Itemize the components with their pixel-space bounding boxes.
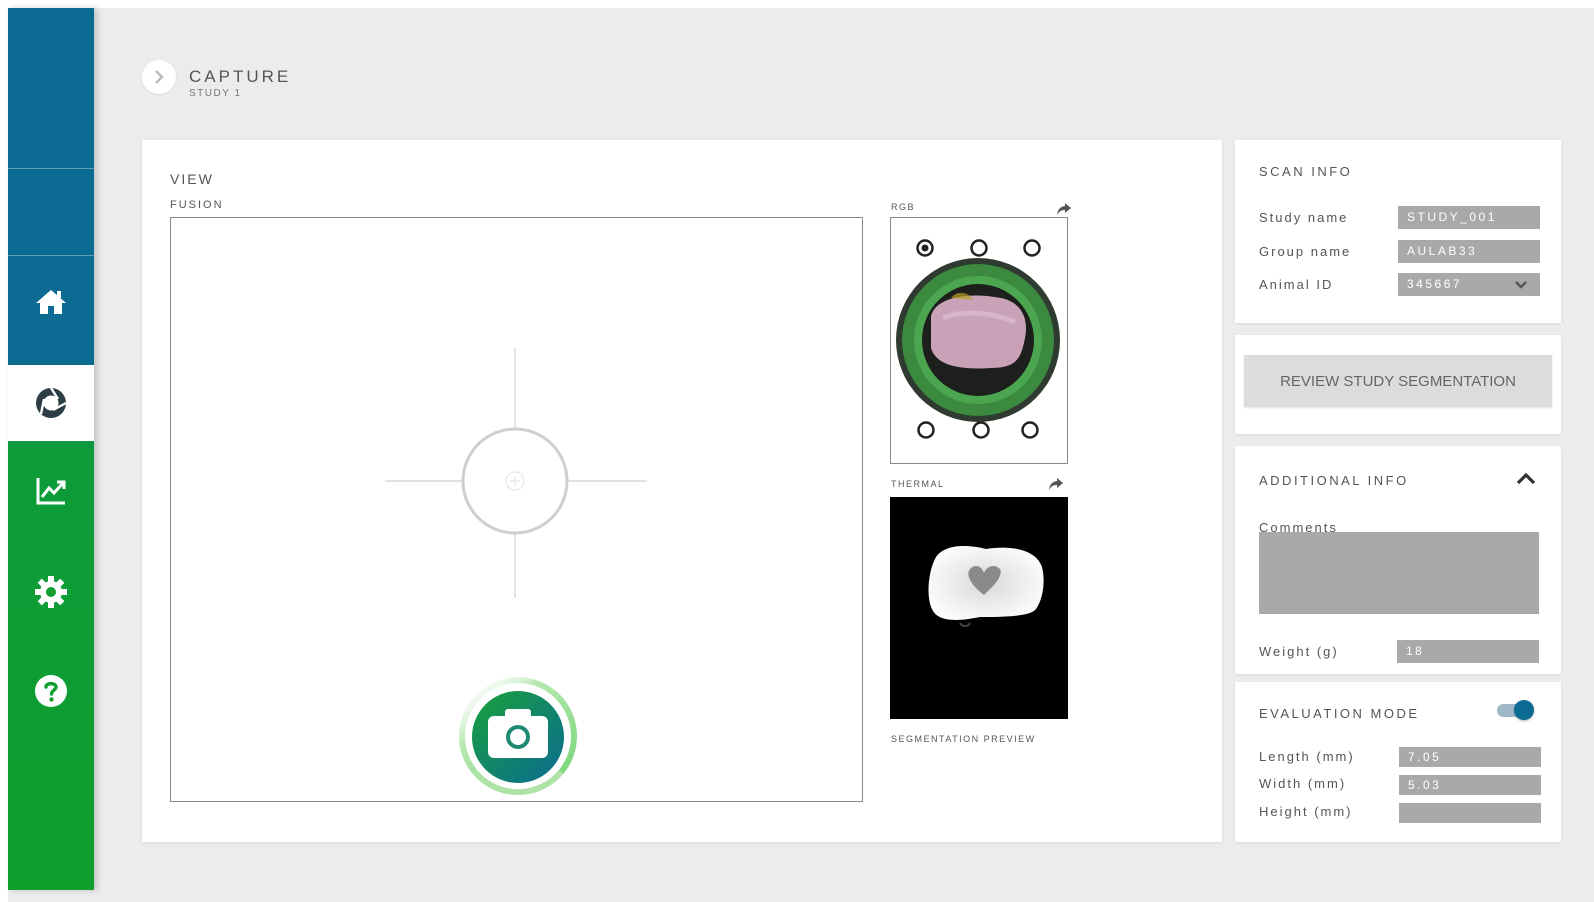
view-title: VIEW (170, 171, 214, 187)
rgb-camera-image (896, 239, 1060, 439)
study-name-field[interactable]: STUDY_001 (1398, 206, 1540, 229)
sidebar-divider (8, 255, 94, 256)
share-thermal-icon[interactable] (1048, 477, 1064, 491)
crosshair-reticle-icon (385, 348, 647, 598)
sidebar-item-home[interactable] (8, 264, 94, 340)
animal-id-label: Animal ID (1259, 277, 1334, 292)
capture-aperture-icon (36, 387, 67, 418)
evaluation-mode-panel: EVALUATION MODE Length (mm) 7.05 Width (… (1235, 682, 1561, 842)
thermal-preview[interactable] (890, 497, 1068, 719)
sidebar-divider (8, 168, 94, 169)
rgb-label: RGB (891, 202, 916, 212)
chevron-up-icon[interactable] (1515, 470, 1537, 486)
comments-textarea[interactable] (1259, 532, 1539, 614)
sidebar-item-capture[interactable] (8, 365, 94, 441)
view-panel: VIEW FUSION RGB THERMAL SEGMENTATION PRE… (142, 140, 1222, 842)
review-study-segmentation-button[interactable]: REVIEW STUDY SEGMENTATION (1244, 355, 1552, 407)
review-panel: REVIEW STUDY SEGMENTATION (1235, 335, 1561, 434)
length-label: Length (mm) (1259, 749, 1355, 764)
home-icon (36, 290, 66, 314)
evaluation-mode-title: EVALUATION MODE (1259, 706, 1420, 721)
sidebar-item-help[interactable] (8, 653, 94, 729)
weight-field[interactable]: 18 (1397, 640, 1539, 663)
camera-icon (488, 709, 548, 758)
help-icon (35, 675, 67, 707)
width-field[interactable]: 5.03 (1399, 775, 1541, 795)
segmentation-preview-label: SEGMENTATION PREVIEW (891, 734, 1036, 744)
sidebar-item-analytics[interactable] (8, 452, 94, 528)
thermal-image (928, 546, 1044, 627)
gear-icon (35, 576, 67, 608)
chevron-down-icon (1515, 281, 1527, 289)
scan-info-title: SCAN INFO (1259, 164, 1353, 179)
weight-label: Weight (g) (1259, 644, 1339, 659)
share-rgb-icon[interactable] (1056, 202, 1072, 216)
back-chevron-button[interactable] (142, 60, 176, 94)
toggle-knob (1514, 700, 1534, 720)
study-name-label: Study name (1259, 210, 1349, 225)
additional-info-panel: ADDITIONAL INFO Comments Weight (g) 18 (1235, 446, 1561, 674)
evaluation-mode-toggle[interactable] (1497, 699, 1535, 720)
scan-info-panel: SCAN INFO Study name STUDY_001 Group nam… (1235, 140, 1561, 323)
rgb-preview[interactable] (890, 217, 1068, 464)
width-label: Width (mm) (1259, 776, 1347, 791)
page-subtitle: STUDY 1 (189, 88, 242, 99)
page-title: CAPTURE (189, 67, 292, 86)
additional-info-title: ADDITIONAL INFO (1259, 473, 1409, 488)
group-name-field[interactable]: AULAB33 (1398, 240, 1540, 263)
sidebar-item-settings[interactable] (8, 554, 94, 630)
chart-icon (36, 478, 66, 505)
fusion-viewport[interactable] (170, 217, 863, 802)
capture-button[interactable] (457, 676, 579, 798)
animal-id-select[interactable]: 345667 (1398, 273, 1540, 296)
chevron-right-icon (155, 70, 164, 84)
group-name-label: Group name (1259, 244, 1352, 259)
sidebar (8, 8, 94, 890)
length-field[interactable]: 7.05 (1399, 747, 1541, 767)
height-field[interactable] (1399, 803, 1541, 823)
animal-id-value: 345667 (1407, 277, 1463, 291)
app-window: CAPTURE STUDY 1 VIEW FUSION RGB THERMAL … (8, 8, 1594, 902)
fusion-label: FUSION (170, 199, 224, 211)
thermal-label: THERMAL (891, 479, 945, 489)
height-label: Height (mm) (1259, 804, 1353, 819)
